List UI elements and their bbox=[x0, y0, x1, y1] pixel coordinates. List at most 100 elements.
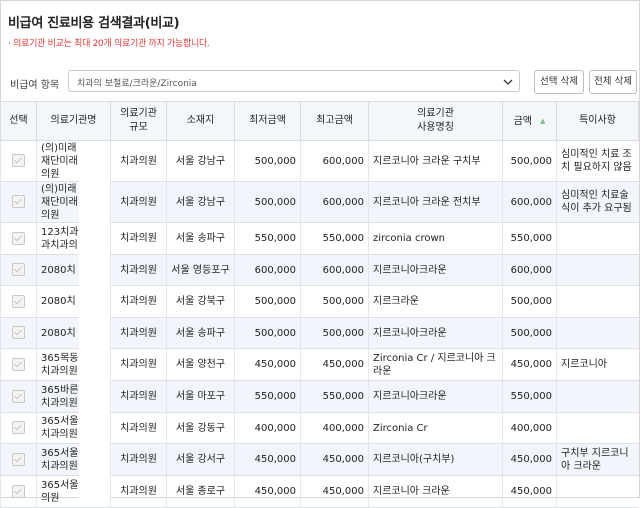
max-price-cell: 600,000 bbox=[300, 254, 369, 286]
institution-name-line: 2080치 bbox=[41, 296, 76, 307]
checkbox-icon[interactable] bbox=[12, 154, 25, 168]
use-name-cell: 지르코니아 크라운 구치부 bbox=[368, 140, 503, 182]
chevron-down-icon bbox=[503, 79, 513, 85]
select-checkbox-cell[interactable] bbox=[0, 254, 37, 286]
max-price-cell: 450,000 bbox=[300, 443, 369, 476]
institution-name-line: (의)미래 bbox=[41, 142, 77, 154]
amount-cell: 500,000 bbox=[502, 317, 557, 349]
institution-name-line: 과치과의 bbox=[41, 239, 78, 251]
checkbox-icon[interactable] bbox=[12, 294, 25, 308]
min-price-cell: 500,000 bbox=[234, 181, 301, 223]
checkbox-icon[interactable] bbox=[12, 326, 25, 340]
note-cell bbox=[556, 317, 639, 349]
col-header-usename-line1: 의료기관 bbox=[417, 108, 454, 119]
checkbox-icon[interactable] bbox=[12, 452, 25, 466]
use-name-cell: Zirconia Cr / 지르코니아 크라운 bbox=[368, 348, 503, 381]
amount-cell: 450,000 bbox=[502, 443, 557, 476]
sort-asc-icon[interactable]: ▲ bbox=[540, 117, 545, 125]
checkbox-icon[interactable] bbox=[12, 263, 25, 277]
checkbox-icon[interactable] bbox=[12, 484, 25, 498]
col-header-min: 최저금액 bbox=[234, 101, 301, 141]
amount-cell: 450,000 bbox=[502, 475, 557, 508]
location-cell: 서울 마포구 bbox=[166, 380, 235, 413]
institution-name-line: 재단미래 bbox=[41, 196, 78, 208]
location-cell: 서울 강동구 bbox=[166, 412, 235, 444]
note-cell bbox=[556, 380, 639, 413]
select-checkbox-cell[interactable] bbox=[0, 285, 37, 318]
institution-name-line: 치과의원 bbox=[41, 397, 78, 409]
col-header-location: 소재지 bbox=[166, 101, 235, 141]
item-select-value: 치과의 보철료/크라운/Zirconia bbox=[77, 79, 197, 89]
select-checkbox-cell[interactable] bbox=[0, 222, 37, 255]
institution-name-line: 의원 bbox=[41, 209, 60, 221]
location-cell: 서울 송파구 bbox=[166, 317, 235, 349]
checkbox-icon[interactable] bbox=[12, 231, 25, 245]
institution-name-line: 2080치 bbox=[41, 264, 76, 276]
min-price-cell: 550,000 bbox=[234, 222, 301, 255]
delete-all-button[interactable]: 전체 삭제 bbox=[589, 70, 637, 94]
institution-name-line: 재단미래 bbox=[41, 155, 78, 167]
select-checkbox-cell[interactable] bbox=[0, 443, 37, 476]
institution-name-line: 365바른 bbox=[41, 384, 79, 396]
name-redaction-mask bbox=[79, 142, 110, 498]
checkbox-icon[interactable] bbox=[12, 195, 25, 209]
min-price-cell: 400,000 bbox=[234, 412, 301, 444]
checkbox-icon[interactable] bbox=[12, 357, 25, 371]
use-name-cell: Zirconia Cr bbox=[368, 412, 503, 444]
institution-name-line: 치과의원 bbox=[41, 429, 78, 440]
amount-cell: 500,000 bbox=[502, 140, 557, 182]
institution-name-line: 365서울 bbox=[41, 479, 79, 491]
checkbox-icon[interactable] bbox=[12, 389, 25, 403]
page-title: 비급여 진료비용 검색결과(비교) bbox=[8, 16, 180, 31]
max-price-cell: 450,000 bbox=[300, 475, 369, 508]
item-select[interactable]: 치과의 보철료/크라운/Zirconia bbox=[68, 70, 520, 92]
institution-name-line: 치과의원 bbox=[41, 460, 78, 472]
note-cell bbox=[556, 222, 639, 255]
delete-selected-button[interactable]: 선택 삭제 bbox=[534, 70, 584, 94]
max-price-cell: 600,000 bbox=[300, 181, 369, 223]
col-header-amount[interactable]: 금액 ▲ bbox=[502, 101, 557, 141]
col-header-max: 최고금액 bbox=[300, 101, 369, 141]
use-name-cell: 지르코니아크라운 bbox=[368, 254, 503, 286]
max-price-cell: 450,000 bbox=[300, 348, 369, 381]
select-checkbox-cell[interactable] bbox=[0, 181, 37, 223]
location-cell: 서울 강남구 bbox=[166, 181, 235, 223]
col-header-size: 의료기관 규모 bbox=[110, 101, 167, 141]
select-checkbox-cell[interactable] bbox=[0, 140, 37, 182]
checkbox-icon[interactable] bbox=[12, 421, 25, 435]
select-checkbox-cell[interactable] bbox=[0, 317, 37, 349]
col-header-size-line1: 의료기관 bbox=[120, 108, 157, 119]
max-price-cell: 500,000 bbox=[300, 317, 369, 349]
max-price-cell: 500,000 bbox=[300, 285, 369, 318]
table-header-row: 선택 의료기관명 의료기관 규모 소재지 최저금액 최고금액 의료기관 사용명칭 금… bbox=[0, 101, 639, 141]
institution-name-line: 365서울 bbox=[41, 447, 79, 459]
institution-size-cell: 치과의원 bbox=[110, 181, 167, 223]
select-checkbox-cell[interactable] bbox=[0, 475, 37, 508]
use-name-cell: 지르코니아크라운 bbox=[368, 380, 503, 413]
institution-size-cell: 치과의원 bbox=[110, 348, 167, 381]
select-checkbox-cell[interactable] bbox=[0, 348, 37, 381]
amount-cell: 450,000 bbox=[502, 348, 557, 381]
use-name-cell: 지르코니아(구치부) bbox=[368, 443, 503, 476]
min-price-cell: 500,000 bbox=[234, 317, 301, 349]
amount-cell: 600,000 bbox=[502, 181, 557, 223]
note-cell bbox=[556, 285, 639, 318]
select-checkbox-cell[interactable] bbox=[0, 380, 37, 413]
max-price-cell: 550,000 bbox=[300, 380, 369, 413]
note-cell: 구치부 지르코니아 크라운 bbox=[556, 443, 639, 476]
select-checkbox-cell[interactable] bbox=[0, 412, 37, 444]
location-cell: 서울 영등포구 bbox=[166, 254, 235, 286]
amount-cell: 550,000 bbox=[502, 222, 557, 255]
use-name-cell: 지르코니아 크라운 전치부 bbox=[368, 181, 503, 223]
filter-label: 비급여 항목 bbox=[10, 80, 60, 91]
institution-size-cell: 치과의원 bbox=[110, 317, 167, 349]
institution-size-cell: 치과의원 bbox=[110, 380, 167, 413]
col-header-select: 선택 bbox=[0, 101, 37, 141]
col-header-usename-line2: 사용명칭 bbox=[417, 122, 454, 133]
institution-size-cell: 치과의원 bbox=[110, 285, 167, 318]
institution-name-line: 123치과 bbox=[41, 226, 79, 238]
institution-name-line: 2080치 bbox=[41, 327, 76, 339]
use-name-cell: zirconia crown bbox=[368, 222, 503, 255]
min-price-cell: 450,000 bbox=[234, 348, 301, 381]
max-price-cell: 600,000 bbox=[300, 140, 369, 182]
